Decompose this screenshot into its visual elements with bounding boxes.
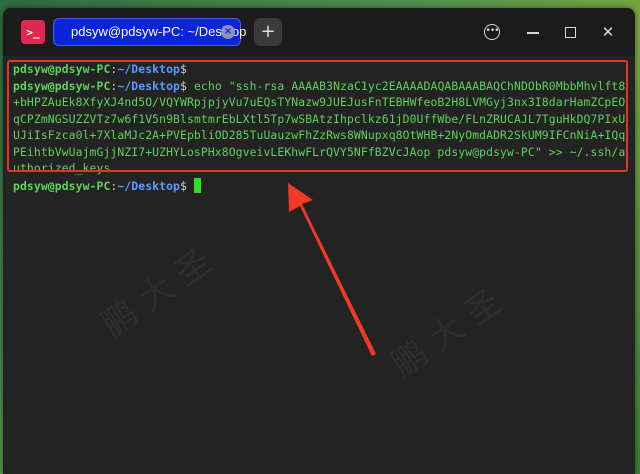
watermark: 鹏 大 圣: [384, 281, 509, 386]
terminal-icon[interactable]: >_: [21, 20, 45, 44]
minimize-icon[interactable]: [523, 22, 543, 42]
add-tab-button[interactable]: +: [254, 18, 282, 46]
highlight-box: [7, 60, 628, 172]
watermark: 鹏 大 圣: [94, 241, 219, 346]
menu-icon[interactable]: •••: [482, 22, 502, 42]
tab-close-icon[interactable]: ×: [221, 25, 235, 39]
tab-terminal[interactable]: pdsyw@pdsyw-PC: ~/Desktop ×: [53, 18, 246, 46]
terminal-line: pdsyw@pdsyw-PC:~/Desktop$: [13, 178, 201, 195]
cursor: [193, 178, 201, 193]
maximize-icon[interactable]: [560, 22, 580, 42]
close-icon[interactable]: ✕: [598, 22, 618, 42]
title-bar: >_ pdsyw@pdsyw-PC: ~/Desktop × + ••• ✕: [3, 8, 635, 56]
